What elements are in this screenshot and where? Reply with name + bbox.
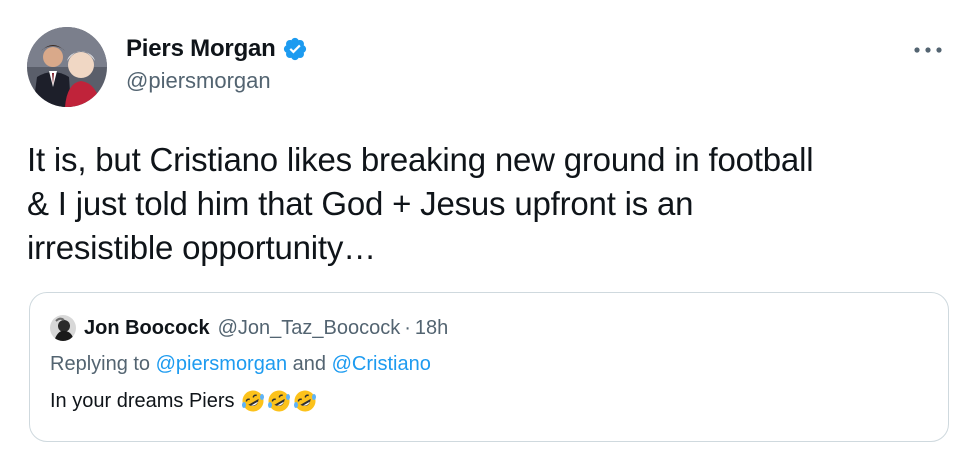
mention-piersmorgan[interactable]: @piersmorgan xyxy=(156,353,287,375)
author-info: Piers Morgan @piersmorgan xyxy=(126,34,308,94)
author-name-row: Piers Morgan xyxy=(126,34,308,64)
more-horizontal-icon xyxy=(914,47,942,53)
quoted-tweet[interactable]: Jon Boocock @Jon_Taz_Boocock · 18h Reply… xyxy=(29,292,949,442)
tweet-card: Piers Morgan @piersmorgan It is, but Cri… xyxy=(0,0,980,461)
quoted-tweet-text: In your dreams Piers xyxy=(50,389,317,413)
emoji-group xyxy=(241,389,317,413)
tweet-text: It is, but Cristiano likes breaking new … xyxy=(27,141,814,266)
quoted-text: In your dreams Piers xyxy=(50,389,235,412)
rolling-on-floor-laughing-emoji-icon xyxy=(267,390,290,412)
replying-to-line: Replying to @piersmorgan and @Cristiano xyxy=(50,353,431,376)
quoted-author-avatar[interactable] xyxy=(50,315,76,341)
author-handle[interactable]: @piersmorgan xyxy=(126,68,308,94)
quoted-separator: · xyxy=(404,316,411,339)
rolling-on-floor-laughing-emoji-icon xyxy=(241,390,264,412)
verified-badge-icon xyxy=(282,36,308,62)
profile-photo-icon xyxy=(27,27,107,107)
replying-prefix: Replying to xyxy=(50,353,151,375)
replying-and: and xyxy=(292,353,327,375)
mention-cristiano[interactable]: @Cristiano xyxy=(332,353,431,375)
quoted-tweet-header: Jon Boocock @Jon_Taz_Boocock · 18h xyxy=(50,315,448,341)
quoted-author-name[interactable]: Jon Boocock xyxy=(84,317,210,340)
more-options-button[interactable] xyxy=(910,36,946,64)
author-avatar[interactable] xyxy=(27,27,107,107)
author-display-name[interactable]: Piers Morgan xyxy=(126,35,276,63)
rolling-on-floor-laughing-emoji-icon xyxy=(293,390,316,412)
quoted-author-handle[interactable]: @Jon_Taz_Boocock xyxy=(218,317,401,340)
quoted-timestamp[interactable]: 18h xyxy=(415,317,448,340)
quoted-profile-photo-icon xyxy=(50,315,76,341)
